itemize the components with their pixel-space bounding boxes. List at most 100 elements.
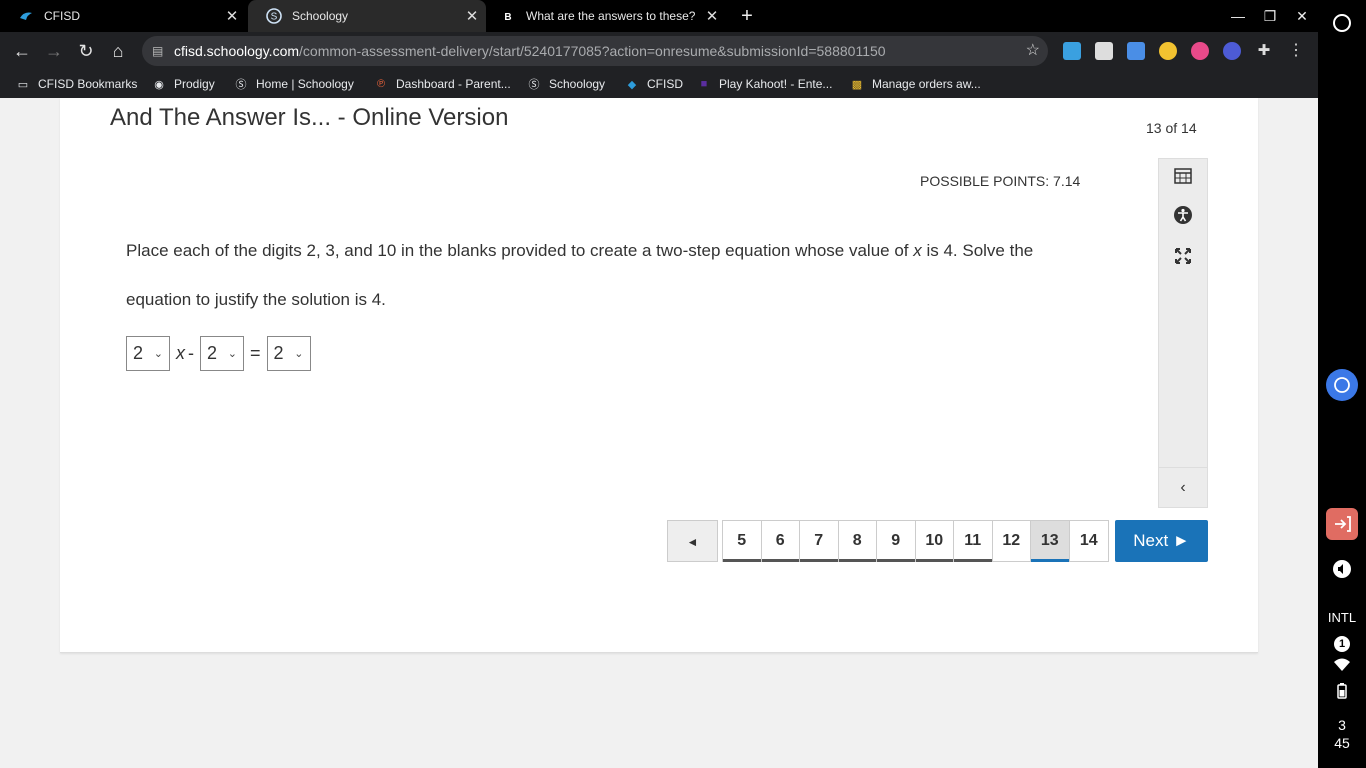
page-14[interactable]: 14 [1069, 521, 1108, 561]
extension-chrome-icon[interactable] [1159, 42, 1177, 60]
chevron-down-icon: ⌄ [227, 348, 237, 360]
bookmark-kahoot[interactable]: ■ Play Kahoot! - Ente... [697, 70, 833, 98]
address-path: /common-assessment-delivery/start/524017… [299, 43, 886, 59]
browser-toolbar: ← → ↻ ⌂ ▤ cfisd.schoology.com/common-ass… [0, 32, 1318, 70]
bookmark-schoology[interactable]: Ⓢ Schoology [527, 70, 606, 98]
menu-dots-icon[interactable]: ⋮ [1287, 42, 1305, 60]
page-content: And The Answer Is... - Online Version 13… [0, 98, 1318, 768]
bookmark-label: Prodigy [174, 77, 215, 91]
clock-minute: 45 [1334, 735, 1350, 751]
tab-strip: CFISD ✕ S Schoology ✕ B What are the ans… [0, 0, 1318, 32]
calculator-icon[interactable] [1159, 165, 1207, 195]
launcher-icon[interactable] [1318, 12, 1366, 39]
bookmark-home-schoology[interactable]: Ⓢ Home | Schoology [234, 70, 354, 98]
site-info-icon[interactable]: ▤ [152, 36, 163, 66]
cfisd-icon: ◆ [627, 78, 637, 91]
page-6[interactable]: 6 [761, 521, 800, 562]
close-tab-icon[interactable]: ✕ [458, 7, 486, 25]
svg-text:S: S [271, 12, 278, 23]
new-tab-button[interactable]: + [735, 4, 759, 28]
page-7[interactable]: 7 [800, 521, 839, 562]
brainly-icon: B [500, 8, 516, 24]
equation-variable: x [176, 343, 185, 363]
possible-points: POSSIBLE POINTS: 7.14 [920, 173, 1081, 189]
close-tab-icon[interactable]: ✕ [218, 7, 246, 25]
schoology-icon: S [266, 8, 282, 24]
minimize-button[interactable]: — [1222, 0, 1254, 32]
close-window-button[interactable]: ✕ [1286, 0, 1318, 32]
exit-app-icon[interactable] [1318, 508, 1366, 545]
assessment-title: And The Answer Is... - Online Version [110, 104, 509, 131]
battery-icon[interactable] [1318, 683, 1366, 704]
address-bar[interactable]: ▤ cfisd.schoology.com/common-assessment-… [142, 36, 1048, 66]
chevron-down-icon: ⌄ [153, 348, 163, 360]
page-13-current[interactable]: 13 [1031, 521, 1070, 562]
equation: 2 ⌄ x - 2 ⌄ = 2 ⌄ [126, 336, 311, 371]
question-text-part1: Place each of the digits 2, 3, and 10 in… [126, 241, 914, 260]
bookmarks-bar: ▭ CFISD Bookmarks ◉ Prodigy Ⓢ Home | School… [0, 70, 1318, 98]
page-11[interactable]: 11 [954, 521, 993, 562]
back-icon[interactable]: ← [7, 36, 37, 66]
page-5[interactable]: 5 [723, 521, 762, 562]
assessment-card: And The Answer Is... - Online Version 13… [60, 98, 1258, 653]
question-counter: 13 of 14 [1146, 120, 1197, 136]
collapse-tools-icon[interactable]: ‹ [1159, 467, 1207, 507]
blank-select-3[interactable]: 2 ⌄ [266, 336, 311, 371]
page-9[interactable]: 9 [877, 521, 916, 562]
page-8[interactable]: 8 [838, 521, 877, 562]
wifi-icon[interactable] [1318, 658, 1366, 677]
home-icon[interactable]: ⌂ [103, 36, 133, 66]
page-12[interactable]: 12 [992, 521, 1031, 561]
bookmark-label: Schoology [549, 77, 606, 91]
question-text: Place each of the digits 2, 3, and 10 in… [126, 226, 1096, 324]
extension-color-icon[interactable] [1191, 42, 1209, 60]
tab-brainly[interactable]: B What are the answers to these? · ✕ [486, 0, 726, 32]
globe-icon: ◉ [154, 78, 164, 91]
page-10[interactable]: 10 [915, 521, 954, 562]
system-shelf: INTL 1 3 45 [1318, 0, 1366, 768]
schoology-icon: Ⓢ [528, 79, 540, 91]
question-pager: 5 6 7 8 9 10 11 12 13 14 [722, 520, 1109, 562]
chevron-down-icon: ⌄ [294, 348, 304, 360]
clock-hour: 3 [1338, 717, 1346, 733]
extension-qr-icon[interactable] [1095, 42, 1113, 60]
cfisd-icon [18, 8, 34, 24]
parent-portal-icon: ℗ [376, 78, 386, 90]
ime-indicator[interactable]: INTL [1318, 610, 1366, 625]
blank-select-2[interactable]: 2 ⌄ [200, 336, 244, 371]
tab-schoology[interactable]: S Schoology ✕ [248, 0, 486, 32]
assistant-icon[interactable] [1318, 368, 1366, 407]
bookmark-star-icon[interactable]: ☆ [1026, 36, 1040, 66]
extension-app-icon[interactable] [1127, 42, 1145, 60]
bookmark-folder-cfisd[interactable]: ▭ CFISD Bookmarks [16, 70, 138, 98]
schoology-icon: Ⓢ [235, 79, 247, 91]
fullscreen-icon[interactable] [1159, 245, 1207, 275]
bookmark-cfisd[interactable]: ◆ CFISD [625, 70, 683, 98]
restore-button[interactable]: ❐ [1254, 0, 1286, 32]
notification-badge[interactable]: 1 [1318, 634, 1366, 652]
next-button[interactable]: Next ► [1115, 520, 1208, 562]
extensions-puzzle-icon[interactable]: ✚ [1255, 42, 1273, 60]
reload-icon[interactable]: ↻ [71, 36, 101, 66]
close-tab-icon[interactable]: ✕ [698, 7, 726, 25]
forward-icon[interactable]: → [39, 36, 69, 66]
clock[interactable]: 3 45 [1318, 716, 1366, 752]
orders-icon: ▩ [851, 78, 863, 91]
bookmark-label: Manage orders aw... [872, 77, 981, 91]
bookmark-label: Home | Schoology [256, 77, 354, 91]
media-icon[interactable] [1318, 558, 1366, 585]
select-value: 2 [207, 343, 218, 363]
bookmark-label: Dashboard - Parent... [396, 77, 511, 91]
extension-k-icon[interactable] [1223, 42, 1241, 60]
tab-title: Schoology [292, 9, 349, 23]
previous-question-button[interactable]: ◄ [667, 520, 718, 562]
equation-minus: - [188, 343, 194, 363]
accessibility-icon[interactable] [1159, 205, 1207, 235]
bookmark-dashboard[interactable]: ℗ Dashboard - Parent... [374, 70, 511, 98]
extension-cloud-icon[interactable] [1063, 42, 1081, 60]
bookmark-orders[interactable]: ▩ Manage orders aw... [850, 70, 981, 98]
blank-select-1[interactable]: 2 ⌄ [126, 336, 170, 371]
folder-icon: ▭ [17, 78, 29, 91]
tab-cfisd[interactable]: CFISD ✕ [0, 0, 246, 32]
bookmark-prodigy[interactable]: ◉ Prodigy [152, 70, 215, 98]
